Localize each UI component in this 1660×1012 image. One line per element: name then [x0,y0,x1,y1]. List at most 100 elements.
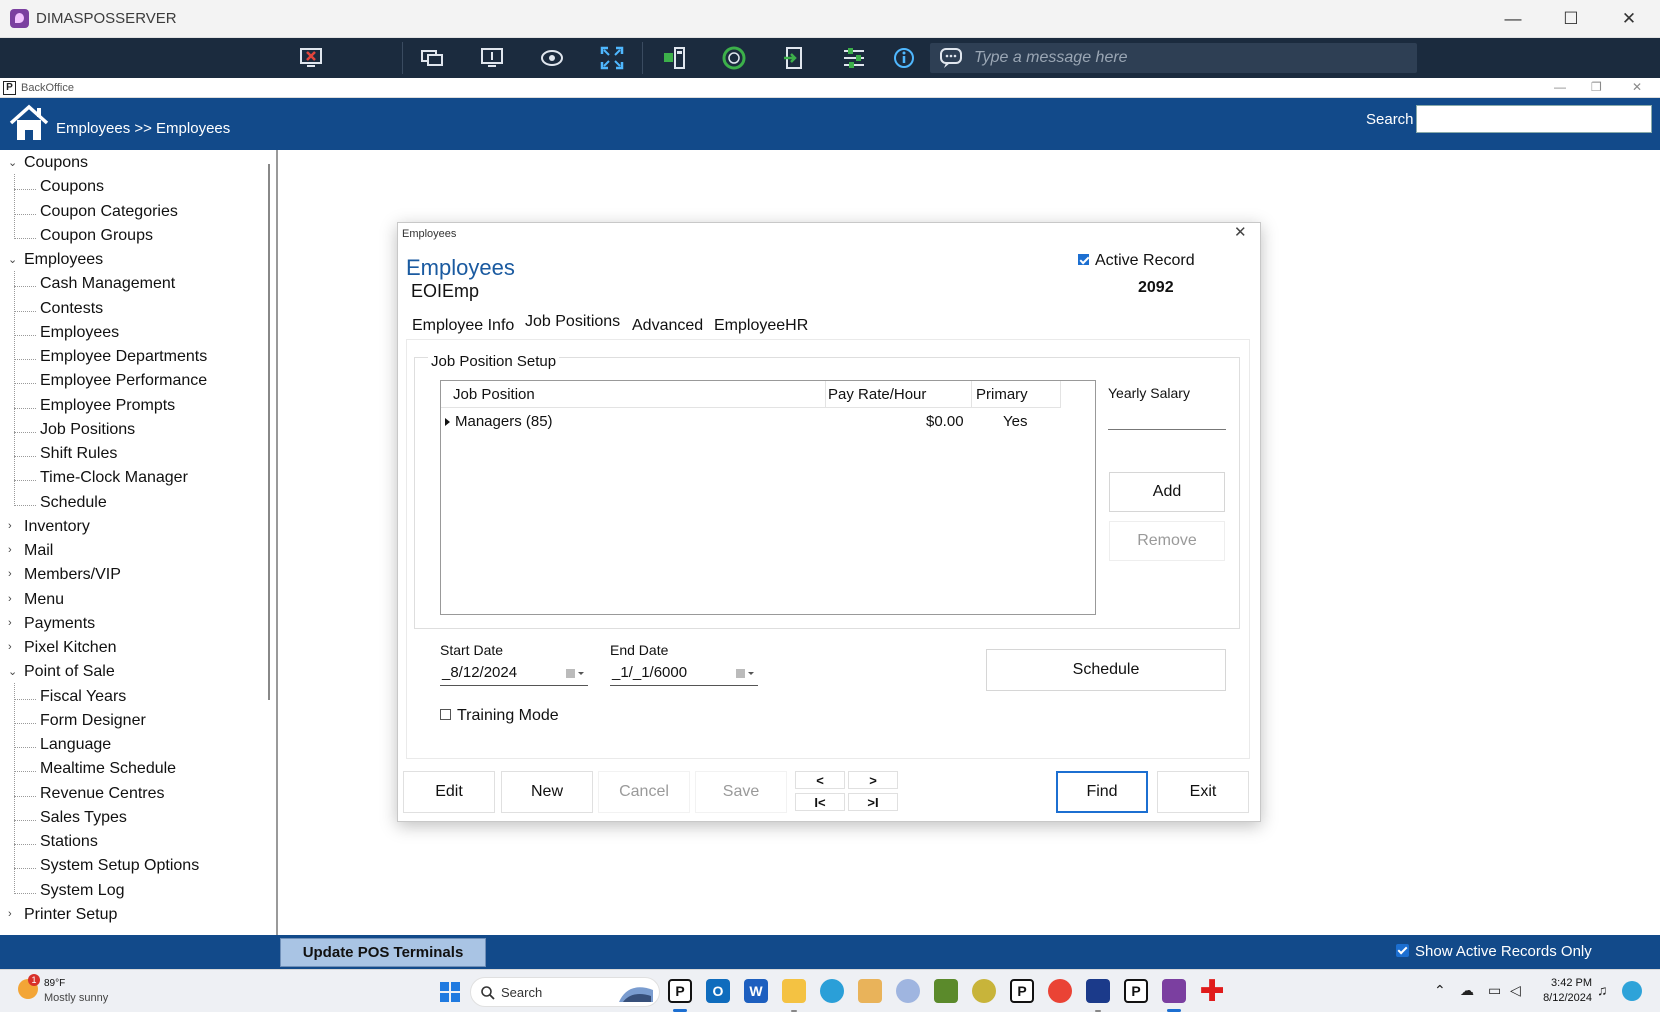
nav-group-mail[interactable]: Mail [24,542,53,566]
minimize-button[interactable]: — [1484,0,1542,38]
nav-item-schedule[interactable]: Schedule [40,494,107,518]
backoffice-restore-button[interactable]: ❐ [1591,80,1602,94]
monitor-one-icon[interactable] [472,43,512,73]
calendar-dropdown-icon[interactable] [735,667,755,681]
new-button[interactable]: New [501,771,593,813]
nav-item-cash-management[interactable]: Cash Management [40,275,175,299]
column-primary[interactable]: Primary [976,386,1028,403]
update-pos-terminals-button[interactable]: Update POS Terminals [280,938,486,967]
nav-item-language[interactable]: Language [40,736,111,760]
tab-job-positions[interactable]: Job Positions [521,309,625,337]
add-button[interactable]: Add [1109,472,1225,512]
volume-icon[interactable]: ◁ [1510,982,1521,999]
backoffice-close-button[interactable]: ✕ [1632,80,1642,94]
nav-item-coupons[interactable]: Coupons [40,178,104,202]
last-record-button[interactable]: >I [848,793,898,811]
nav-item-fiscal-years[interactable]: Fiscal Years [40,688,126,712]
training-mode-checkbox[interactable]: Training Mode [440,707,559,725]
record-icon[interactable] [714,43,754,73]
database-app-icon[interactable] [934,979,958,1003]
pos-app-icon[interactable]: P [1010,979,1034,1003]
nav-group-employees[interactable]: Employees [24,251,103,275]
nav-item-system-log[interactable]: System Log [40,882,124,906]
nav-group-pixel-kitchen[interactable]: Pixel Kitchen [24,639,117,663]
word-icon[interactable]: W [744,979,768,1003]
nav-item-coupon-groups[interactable]: Coupon Groups [40,227,153,251]
nav-group-menu[interactable]: Menu [24,591,64,615]
file-explorer-icon[interactable] [782,979,806,1003]
expand-chevron-down-icon[interactable]: ⌄ [8,156,18,169]
nav-item-sales-types[interactable]: Sales Types [40,809,127,833]
first-aid-icon[interactable]: ✚ [1199,975,1224,1008]
search-input[interactable] [1416,105,1652,133]
copilot-icon[interactable] [1622,981,1642,1001]
network-app-icon[interactable] [896,979,920,1003]
column-job-position[interactable]: Job Position [453,386,535,403]
fullscreen-icon[interactable] [592,43,632,73]
column-pay-rate[interactable]: Pay Rate/Hour [828,386,926,403]
network-icon[interactable]: ▭ [1488,982,1501,999]
nav-item-employee-departments[interactable]: Employee Departments [40,348,207,372]
disconnect-icon[interactable] [291,43,331,73]
job-positions-grid[interactable]: Job Position Pay Rate/Hour Primary Manag… [440,380,1096,615]
schedule-button[interactable]: Schedule [986,649,1226,691]
nav-item-contests[interactable]: Contests [40,300,103,324]
nav-item-job-positions[interactable]: Job Positions [40,421,135,445]
chrome-icon[interactable] [1048,979,1072,1003]
onedrive-icon[interactable]: ☁ [1460,982,1474,999]
notifications-bell-icon[interactable]: ♫ [1597,982,1608,998]
expand-chevron-right-icon[interactable]: › [8,568,18,580]
expand-chevron-right-icon[interactable]: › [8,617,18,629]
backoffice-taskbar-icon[interactable]: P [668,979,692,1003]
nav-group-members-vip[interactable]: Members/VIP [24,566,121,590]
nav-item-employee-performance[interactable]: Employee Performance [40,372,207,396]
expand-chevron-right-icon[interactable]: › [8,520,18,532]
home-icon[interactable] [8,102,50,144]
start-menu-icon[interactable] [440,982,460,1002]
nav-item-time-clock-manager[interactable]: Time-Clock Manager [40,469,188,493]
edge-icon[interactable] [820,979,844,1003]
view-only-icon[interactable] [532,43,572,73]
save-button[interactable]: Save [695,771,787,813]
backoffice-minimize-button[interactable]: — [1554,80,1566,94]
file-transfer-icon[interactable] [654,43,694,73]
nav-group-coupons[interactable]: Coupons [24,154,88,178]
remove-button[interactable]: Remove [1109,521,1225,561]
nav-group-inventory[interactable]: Inventory [24,518,90,542]
expand-chevron-right-icon[interactable]: › [8,908,18,920]
nav-item-revenue-centres[interactable]: Revenue Centres [40,785,165,809]
clipboard-icon[interactable] [774,43,814,73]
first-record-button[interactable]: I< [795,793,845,811]
tab-employee-info[interactable]: Employee Info [412,313,514,335]
active-record-checkbox[interactable]: Active Record [1078,252,1195,270]
nav-item-system-setup-options[interactable]: System Setup Options [40,857,199,881]
expand-chevron-right-icon[interactable]: › [8,593,18,605]
previous-record-button[interactable]: < [795,771,845,789]
cancel-button[interactable]: Cancel [598,771,690,813]
calendar-dropdown-icon[interactable] [565,667,585,681]
weather-temperature[interactable]: 89°F [44,978,65,989]
nav-group-printer-setup[interactable]: Printer Setup [24,906,117,930]
switch-monitor-icon[interactable] [412,43,452,73]
tools-icon[interactable] [834,43,874,73]
tab-employeehr[interactable]: EmployeeHR [714,313,808,335]
nav-group-point-of-sale[interactable]: Point of Sale [24,663,115,687]
nav-item-form-designer[interactable]: Form Designer [40,712,146,736]
nav-group-payments[interactable]: Payments [24,615,95,639]
nav-item-mealtime-schedule[interactable]: Mealtime Schedule [40,760,176,784]
clock-date[interactable]: 8/12/2024 [1532,992,1592,1004]
outlook-icon[interactable]: O [706,979,730,1003]
nav-item-employees[interactable]: Employees [40,324,119,348]
remote-tool-icon[interactable] [1086,979,1110,1003]
yearly-salary-input[interactable] [1108,405,1226,430]
expand-chevron-right-icon[interactable]: › [8,641,18,653]
nav-item-coupon-categories[interactable]: Coupon Categories [40,203,178,227]
expand-chevron-down-icon[interactable]: ⌄ [8,665,18,678]
edit-button[interactable]: Edit [403,771,495,813]
dialog-close-button[interactable]: ✕ [1234,223,1247,241]
exit-button[interactable]: Exit [1157,771,1249,813]
helper-app-icon[interactable] [972,979,996,1003]
expand-chevron-right-icon[interactable]: › [8,544,18,556]
weather-description[interactable]: Mostly sunny [44,992,108,1004]
tab-advanced[interactable]: Advanced [632,313,703,335]
